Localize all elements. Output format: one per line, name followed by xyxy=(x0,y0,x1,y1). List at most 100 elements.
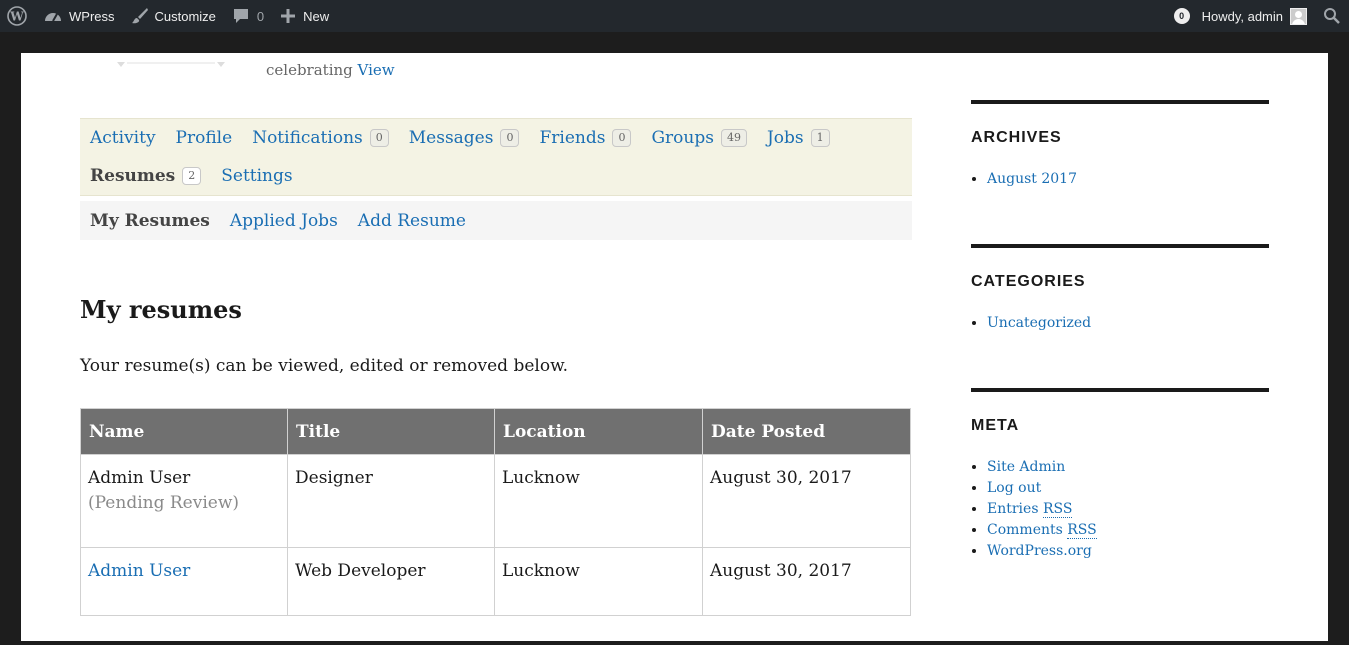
notifications-bubble[interactable]: 0 xyxy=(1168,0,1196,32)
category-item: Uncategorized xyxy=(987,313,1269,334)
new-content-menu[interactable]: New xyxy=(272,0,337,32)
friends-count-badge: 0 xyxy=(612,129,632,147)
resumes-sub-nav: My Resumes Applied Jobs Add Resume xyxy=(80,201,912,240)
view-link[interactable]: View xyxy=(358,61,395,79)
cell-date: August 30, 2017 xyxy=(702,547,911,616)
nav-notifications-link[interactable]: Notifications xyxy=(252,128,363,148)
comments-link[interactable]: 0 xyxy=(224,0,272,32)
subnav-add-resume[interactable]: Add Resume xyxy=(358,211,466,231)
nav-resumes-link[interactable]: Resumes xyxy=(90,166,175,186)
wordpress-logo-icon[interactable]: W xyxy=(0,0,35,32)
col-header-name: Name xyxy=(80,408,288,455)
entries-label: Entries xyxy=(987,501,1039,517)
new-label: New xyxy=(303,8,330,24)
resume-name-link[interactable]: Admin User xyxy=(88,561,190,581)
col-header-date: Date Posted xyxy=(702,408,911,455)
notifications-count-badge: 0 xyxy=(369,129,389,147)
subnav-my-resumes[interactable]: My Resumes xyxy=(90,211,210,231)
profile-nav: Activity Profile Notifications 0 Messages… xyxy=(80,118,912,196)
avatar xyxy=(1290,7,1307,25)
comment-icon xyxy=(233,9,248,23)
nav-jobs-link[interactable]: Jobs xyxy=(767,128,804,148)
nav-messages-link[interactable]: Messages xyxy=(409,128,494,148)
meta-widget: META Site Admin Log out Entries RSS Comm… xyxy=(971,388,1269,562)
archive-item: August 2017 xyxy=(987,169,1269,190)
celebrating-text: celebrating xyxy=(266,61,353,79)
comments-rss-link[interactable]: Comments RSS xyxy=(987,522,1097,539)
col-header-location: Location xyxy=(494,408,703,455)
meta-item: WordPress.org xyxy=(987,541,1269,562)
col-header-title: Title xyxy=(287,408,495,455)
nav-item-settings[interactable]: Settings xyxy=(221,157,292,195)
customize-link[interactable]: Customize xyxy=(123,0,224,32)
resumes-table: Name Title Location Date Posted Admin Us… xyxy=(80,408,911,616)
comments-label: Comments xyxy=(987,522,1063,538)
pending-status: (Pending Review) xyxy=(88,493,240,513)
my-account-menu[interactable]: Howdy, admin xyxy=(1196,0,1315,32)
meta-item: Entries RSS xyxy=(987,499,1269,520)
rss-abbr: RSS xyxy=(1067,522,1097,539)
intro-text: Your resume(s) can be viewed, edited or … xyxy=(80,356,569,376)
nav-item-messages[interactable]: Messages 0 xyxy=(409,119,520,157)
nav-item-resumes[interactable]: Resumes 2 xyxy=(90,157,202,195)
categories-title: CATEGORIES xyxy=(971,273,1086,290)
archive-link-august-2017[interactable]: August 2017 xyxy=(987,171,1077,187)
cell-date: August 30, 2017 xyxy=(702,454,911,548)
archives-title: ARCHIVES xyxy=(971,129,1062,146)
meta-item: Log out xyxy=(987,478,1269,499)
nav-item-profile[interactable]: Profile xyxy=(176,119,233,157)
nav-item-friends[interactable]: Friends 0 xyxy=(539,119,632,157)
meta-item: Comments RSS xyxy=(987,520,1269,541)
groups-count-badge: 49 xyxy=(720,129,747,147)
cell-name: Admin User xyxy=(80,547,288,616)
plus-icon xyxy=(281,9,296,23)
search-icon xyxy=(1324,8,1340,24)
nav-settings-link[interactable]: Settings xyxy=(221,166,292,186)
category-link-uncategorized[interactable]: Uncategorized xyxy=(987,315,1091,331)
cell-title: Designer xyxy=(287,454,495,548)
subnav-applied-jobs[interactable]: Applied Jobs xyxy=(230,211,338,231)
dashboard-icon xyxy=(45,13,61,22)
howdy-label: Howdy, admin xyxy=(1201,8,1283,24)
page-content: celebrating View Activity Profile Notifi… xyxy=(21,53,1328,641)
admin-bar: W WPress Customize 0 New 0 Howdy, admin xyxy=(0,0,1349,32)
resumes-count-badge: 2 xyxy=(182,167,202,185)
site-name: WPress xyxy=(69,8,115,24)
nav-friends-link[interactable]: Friends xyxy=(539,128,605,148)
comments-count: 0 xyxy=(256,8,265,24)
nav-item-notifications[interactable]: Notifications 0 xyxy=(252,119,389,157)
entries-rss-link[interactable]: Entries RSS xyxy=(987,501,1073,518)
messages-count-badge: 0 xyxy=(500,129,520,147)
table-header-row: Name Title Location Date Posted xyxy=(80,408,911,455)
cell-title: Web Developer xyxy=(287,547,495,616)
notification-count-badge: 0 xyxy=(1173,8,1190,24)
admin-search-button[interactable] xyxy=(1315,0,1349,32)
log-out-link[interactable]: Log out xyxy=(987,480,1041,496)
archives-widget: ARCHIVES August 2017 xyxy=(971,100,1269,190)
nav-item-jobs[interactable]: Jobs 1 xyxy=(767,119,830,157)
jobs-count-badge: 1 xyxy=(810,129,830,147)
page-title: My resumes xyxy=(80,295,242,324)
site-name-menu[interactable]: WPress xyxy=(35,0,123,32)
categories-widget: CATEGORIES Uncategorized xyxy=(971,244,1269,334)
nav-item-groups[interactable]: Groups 49 xyxy=(651,119,747,157)
svg-text:W: W xyxy=(9,10,24,24)
member-meta: celebrating View xyxy=(266,61,395,79)
nav-groups-link[interactable]: Groups xyxy=(651,128,714,148)
meta-title: META xyxy=(971,417,1020,434)
brush-icon xyxy=(131,8,148,24)
customize-label: Customize xyxy=(154,8,216,24)
site-logo-fragment xyxy=(117,53,227,67)
cell-name: Admin User (Pending Review) xyxy=(80,454,288,548)
wordpress-org-link[interactable]: WordPress.org xyxy=(987,543,1092,559)
nav-item-activity[interactable]: Activity xyxy=(90,119,156,157)
table-row: Admin User Web Developer Lucknow August … xyxy=(80,547,911,616)
table-row: Admin User (Pending Review) Designer Luc… xyxy=(80,454,911,548)
meta-item: Site Admin xyxy=(987,457,1269,478)
nav-profile-link[interactable]: Profile xyxy=(176,128,233,148)
nav-activity-link[interactable]: Activity xyxy=(90,128,156,148)
cell-location: Lucknow xyxy=(494,454,703,548)
rss-abbr: RSS xyxy=(1042,501,1073,518)
site-admin-link[interactable]: Site Admin xyxy=(987,459,1065,475)
resume-name: Admin User xyxy=(88,468,191,488)
